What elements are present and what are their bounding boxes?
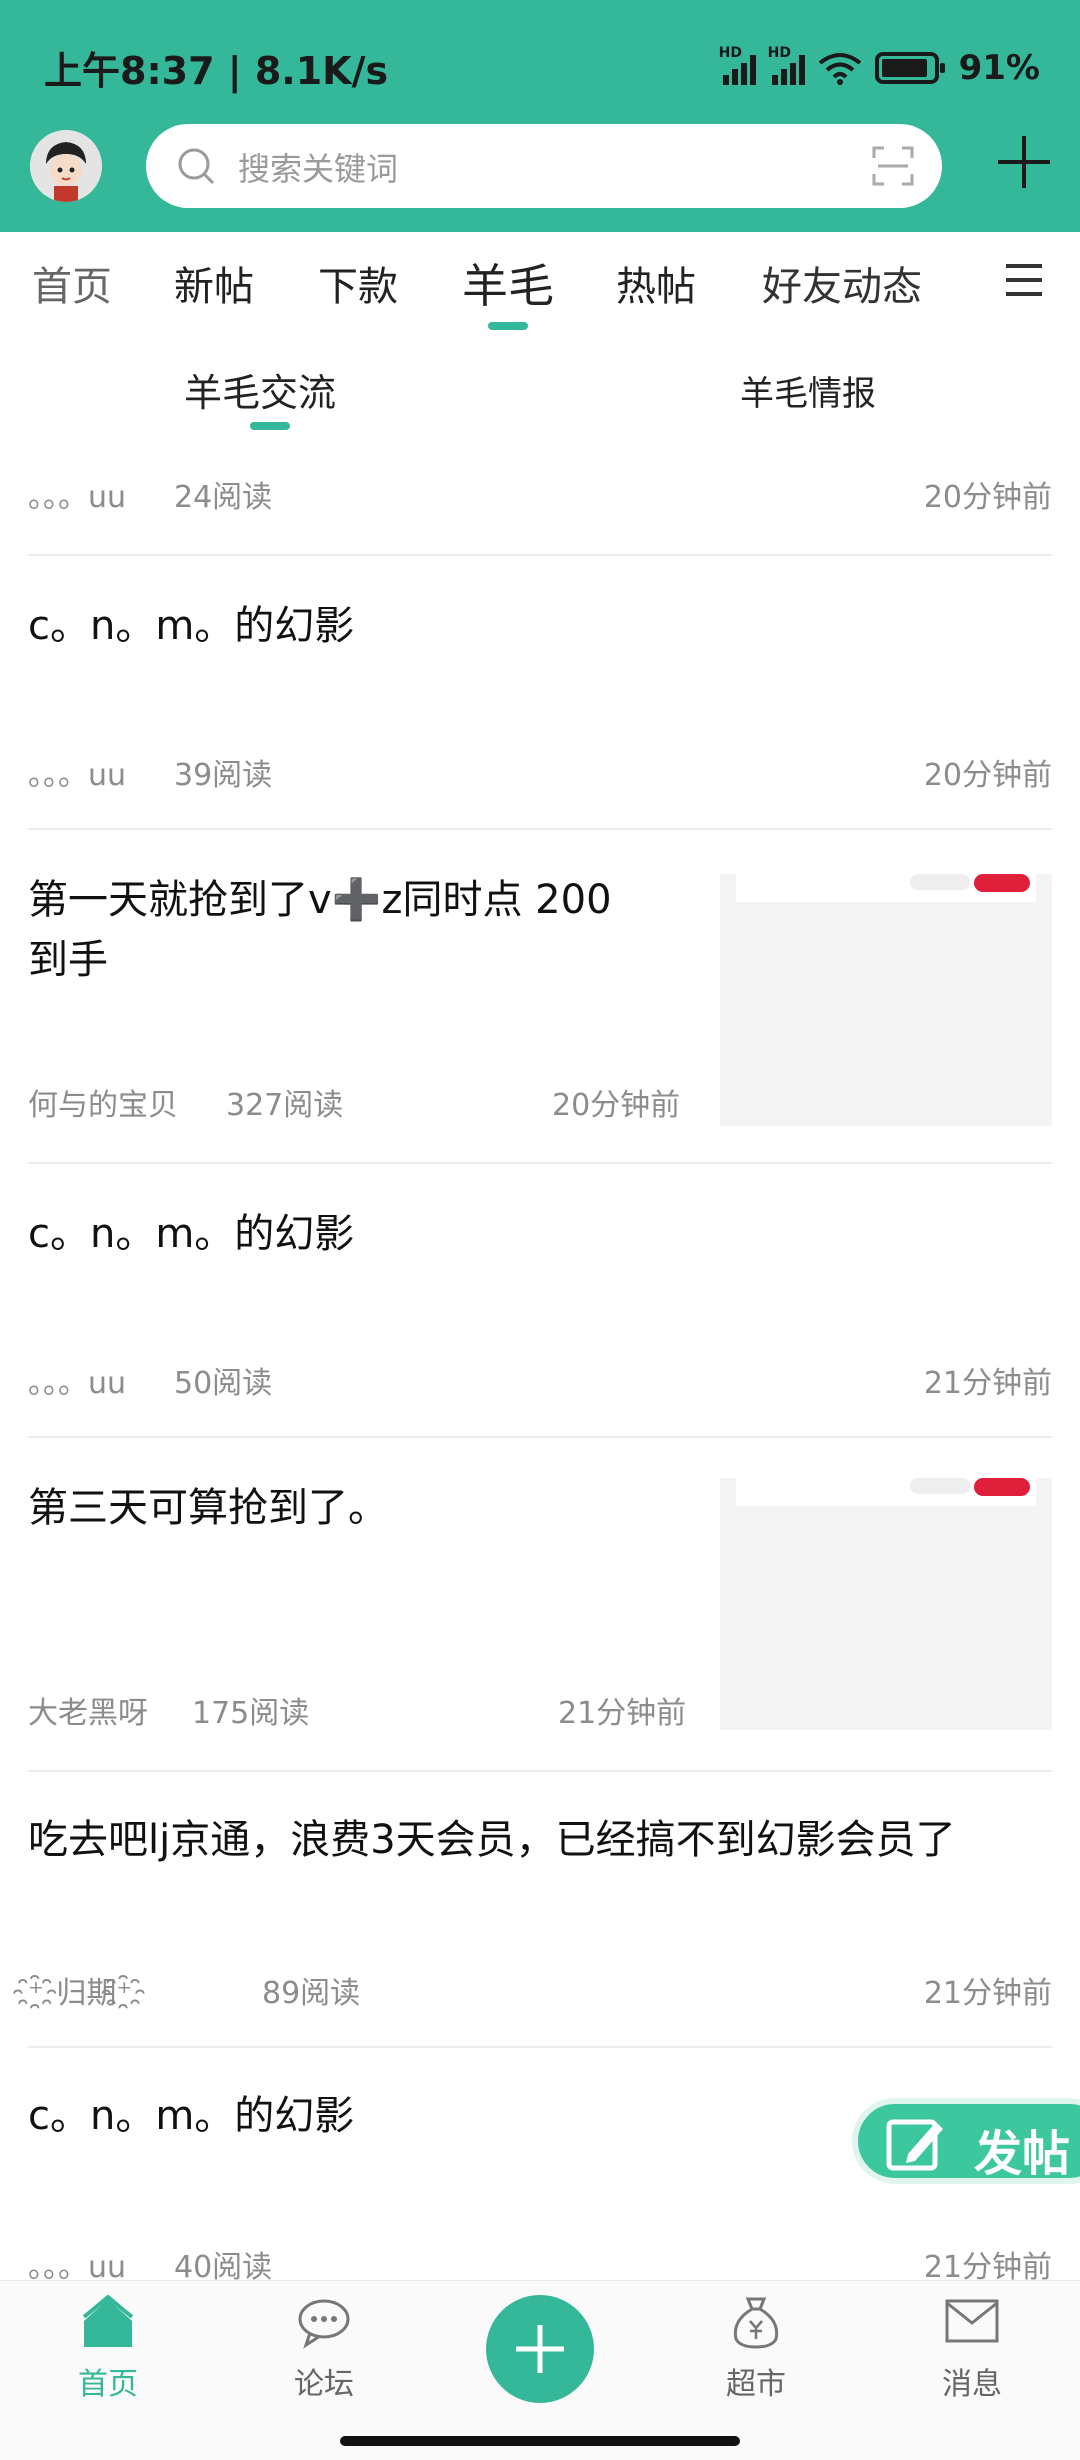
edit-icon: [886, 2119, 943, 2171]
post-time: 21分钟前: [923, 1976, 1052, 2011]
subtab-deal-intel[interactable]: 羊毛情报: [740, 366, 876, 415]
new-post-label: 发帖: [974, 2126, 1071, 2182]
tab-home[interactable]: 首页: [32, 254, 112, 312]
nav-market-label: 超市: [726, 2367, 786, 2402]
hd-label: HD: [718, 45, 742, 61]
tab-deals[interactable]: 羊毛: [462, 250, 554, 316]
post-item[interactable]: c。n。m。的幻影 。。。uu 39阅读 20分钟前: [0, 556, 1080, 830]
status-time: 上午8:37 | 8.1K/s: [44, 49, 389, 93]
post-title: c。n。m。的幻影: [28, 1211, 355, 1257]
post-item[interactable]: 第三天可算抢到了。 大老黑呀 175阅读 21分钟前: [0, 1438, 1080, 1772]
status-bar: 上午8:37 | 8.1K/s HD HD 91%: [0, 0, 1080, 120]
post-title: c。n。m。的幻影: [28, 2093, 355, 2139]
post-reads: 89阅读: [262, 1976, 361, 2011]
status-icons: HD HD 91%: [719, 45, 1040, 88]
post-reads: 175阅读: [192, 1696, 310, 1731]
nav-messages-label: 消息: [942, 2367, 1002, 2402]
post-title-line2: 到手: [28, 937, 108, 983]
post-author: 。。。uu: [28, 2250, 127, 2280]
sub-tabs: 羊毛交流 羊毛情报: [0, 336, 1080, 444]
post-item[interactable]: c。n。m。的幻影 。。。uu 50阅读 21分钟前: [0, 1164, 1080, 1438]
post-thumbnail[interactable]: [720, 1478, 1052, 1730]
wifi-icon: [818, 53, 861, 85]
scan-icon[interactable]: [872, 146, 914, 186]
battery-percent: 91%: [958, 48, 1040, 88]
envelope-icon: [945, 2299, 999, 2343]
nav-home[interactable]: 首页: [48, 2294, 168, 2403]
post-time: 21分钟前: [923, 1366, 1052, 1401]
post-reads: 327阅读: [226, 1088, 344, 1123]
search-icon: [178, 148, 215, 185]
home-icon: [82, 2294, 134, 2347]
nav-home-label: 首页: [78, 2367, 138, 2402]
tab-new-posts[interactable]: 新帖: [174, 254, 254, 312]
menu-icon[interactable]: [1004, 262, 1044, 298]
post-reads: 24阅读: [174, 480, 273, 515]
post-time: 20分钟前: [923, 480, 1052, 515]
post-time: 20分钟前: [552, 1088, 681, 1123]
category-tabs: 首页 新帖 下款 羊毛 热帖 好友动态: [0, 232, 1080, 336]
post-item[interactable]: 。。。uu 24阅读 20分钟前: [0, 444, 1080, 556]
create-button[interactable]: [486, 2295, 594, 2403]
add-icon[interactable]: [996, 134, 1052, 190]
post-time: 21分钟前: [558, 1696, 687, 1731]
post-author: 大老黑呀: [28, 1696, 148, 1731]
tab-friend-activity[interactable]: 好友动态: [762, 254, 922, 312]
post-title: 第三天可算抢到了。: [28, 1485, 388, 1531]
post-time: 20分钟前: [923, 758, 1052, 793]
post-author: ⁺҈归期⁺҈: [28, 1976, 145, 2011]
post-reads: 40阅读: [174, 2250, 273, 2280]
post-item[interactable]: 吃去吧lj京通，浪费3天会员，已经搞不到幻影会员了 ⁺҈归期⁺҈ 89阅读 21…: [0, 1772, 1080, 2048]
battery-icon: [874, 52, 945, 84]
tab-loans[interactable]: 下款: [318, 254, 398, 312]
cellular-signal-icon-2: HD: [768, 45, 805, 85]
gesture-bar[interactable]: [340, 2436, 740, 2446]
post-author: 。。。uu: [28, 1366, 127, 1401]
nav-forum-label: 论坛: [294, 2367, 354, 2402]
active-subtab-indicator: [250, 422, 290, 430]
active-tab-indicator: [488, 322, 528, 330]
post-feed: 。。。uu 24阅读 20分钟前 c。n。m。的幻影 。。。uu 39阅读 20…: [0, 444, 1080, 2280]
post-item[interactable]: 第一天就抢到了v➕z同时点 200 到手 何与的宝贝 327阅读 20分钟前: [0, 830, 1080, 1164]
post-author: 。。。uu: [28, 480, 127, 515]
post-author: 。。。uu: [28, 758, 127, 793]
search-bar[interactable]: 搜索关键词: [146, 124, 942, 208]
post-title: c。n。m。的幻影: [28, 603, 355, 649]
post-reads: 39阅读: [174, 758, 273, 793]
chat-bubble-icon: [298, 2299, 350, 2349]
post-title-line1: 第一天就抢到了v➕z同时点 200: [28, 877, 612, 923]
post-thumbnail[interactable]: [720, 874, 1052, 1126]
search-input[interactable]: 搜索关键词: [238, 144, 398, 190]
bottom-navigation: 首页 论坛 超市 消息: [0, 2280, 1080, 2460]
new-post-button[interactable]: 发帖: [852, 2098, 1080, 2184]
post-time: 21分钟前: [923, 2250, 1052, 2280]
nav-forum[interactable]: 论坛: [264, 2295, 384, 2403]
tab-hot-posts[interactable]: 热帖: [616, 254, 696, 312]
post-title: 吃去吧lj京通，浪费3天会员，已经搞不到幻影会员了: [28, 1817, 956, 1863]
nav-market[interactable]: 超市: [696, 2295, 816, 2403]
avatar[interactable]: [30, 130, 102, 202]
app-header: 上午8:37 | 8.1K/s HD HD 91% 搜索关键词: [0, 0, 1080, 232]
money-bag-icon: [733, 2297, 779, 2349]
avatar-image: [30, 130, 102, 202]
nav-messages[interactable]: 消息: [912, 2295, 1032, 2403]
subtab-deal-exchange[interactable]: 羊毛交流: [184, 362, 336, 417]
post-author: 何与的宝贝: [28, 1088, 178, 1123]
post-reads: 50阅读: [174, 1366, 273, 1401]
hd-label-2: HD: [767, 45, 791, 61]
cellular-signal-icon: HD: [719, 45, 756, 85]
plus-icon: [516, 2325, 564, 2373]
